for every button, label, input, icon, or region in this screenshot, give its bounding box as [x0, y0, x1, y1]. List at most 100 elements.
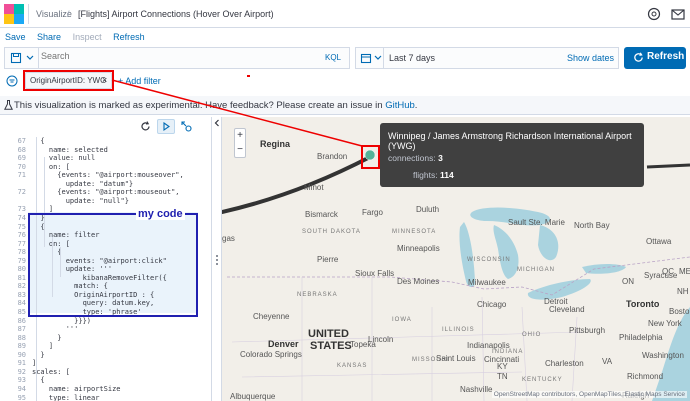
map-city-label: NH [677, 287, 689, 296]
map-state-label: MISSOURI [412, 357, 450, 363]
banner-text: This visualization is marked as experime… [14, 100, 417, 111]
line-number: 83 [17, 290, 26, 299]
divider [28, 4, 29, 24]
line-number: 75 [17, 222, 26, 231]
inspect-link[interactable]: Inspect [73, 32, 102, 42]
map-city-label: Brandon [317, 152, 348, 161]
zoom-out-icon[interactable]: − [235, 144, 245, 156]
kql-toggle[interactable]: KQL [325, 53, 341, 62]
map-state-label: NEBRASKA [297, 292, 338, 298]
line-number: 80 [17, 265, 26, 274]
line-number: 89 [17, 342, 26, 351]
map-state-label: MINNESOTA [392, 229, 437, 235]
zoom-in-icon[interactable]: + [235, 130, 245, 142]
query-bar: KQL [4, 47, 350, 69]
map-city-label: Charleston [545, 359, 584, 368]
date-quick-menu-button[interactable] [356, 48, 384, 68]
line-number: 72 [17, 188, 26, 197]
vega-spec-editor: 67 {68 name: selected 69 value: null 70 on… [0, 117, 212, 401]
line-number: 77 [17, 239, 26, 248]
map-city-label: Toronto [626, 299, 660, 309]
map-city-label: Sioux Falls [355, 269, 395, 278]
line-number: 70 [17, 162, 26, 171]
map-city-label: TN [497, 372, 508, 381]
map-city-label: Minneapolis [397, 244, 440, 253]
map-city-label: QC [662, 267, 674, 276]
chevron-down-icon [26, 55, 34, 60]
line-number: 69 [17, 154, 26, 163]
line-number: 71 [17, 171, 26, 180]
tooltip-flights-value: 114 [439, 170, 454, 180]
editor-toolbar [0, 117, 212, 135]
date-range-text[interactable]: Last 7 days [389, 53, 435, 63]
reset-button[interactable] [137, 119, 155, 134]
line-number: 92 [17, 367, 26, 376]
map-city-label: gas [222, 234, 235, 243]
saved-query-button[interactable] [5, 48, 39, 68]
code-line: update: "datum"} [32, 179, 134, 188]
map-city-label: Des Moines [397, 277, 440, 286]
breadcrumb-current: [Flights] Airport Connections (Hover Ove… [78, 9, 274, 19]
tooltip-flights-row: flights: 114 [413, 170, 454, 180]
map-city-label: Ottawa [646, 237, 672, 246]
save-link[interactable]: Save [5, 32, 26, 42]
help-icon[interactable] [646, 6, 662, 22]
line-number: 87 [17, 325, 26, 334]
code-line: on: [ [32, 162, 70, 171]
map-city-label: Cleveland [549, 305, 585, 314]
annotation-red-box-airport [361, 145, 380, 169]
map-city-label: Sault Ste. Marie [508, 218, 565, 227]
map-city-label: Boston [669, 307, 690, 316]
code-line: update: "null"} [32, 196, 129, 205]
line-number: 82 [17, 282, 26, 291]
map-city-label: North Bay [574, 221, 610, 230]
search-input[interactable] [41, 51, 311, 61]
banner-suffix: . [414, 100, 418, 111]
map-city-label: Cheyenne [253, 312, 290, 321]
map-city-label: Minot [304, 183, 324, 192]
tooltip-connections-value: 3 [438, 153, 443, 163]
map-state-label: SOUTH DAKOTA [302, 229, 361, 235]
map-state-label: ILLINOIS [442, 327, 475, 333]
line-number: 79 [17, 256, 26, 265]
map-state-label: INDIANA [492, 349, 524, 355]
share-link[interactable]: Share [37, 32, 61, 42]
refresh-icon [634, 52, 643, 62]
map-visualization[interactable]: + − Regina Brandon Minot Bismarck Fargo Dulut… [222, 117, 690, 401]
refresh-button[interactable]: Refresh [624, 47, 686, 69]
show-dates-link[interactable]: Show dates [567, 53, 614, 63]
line-number: 76 [17, 231, 26, 240]
collapse-chevron-icon [214, 119, 219, 127]
update-run-button[interactable] [157, 119, 175, 134]
map-city-label: Philadelphia [619, 333, 663, 342]
map-city-label: Washington [642, 351, 684, 360]
map-state-label: WISCONSIN [467, 257, 511, 263]
annotation-blue-box [28, 213, 198, 317]
add-filter-link[interactable]: + Add filter [118, 76, 161, 86]
panel-splitter[interactable] [212, 117, 222, 401]
drag-handle-icon [216, 255, 218, 265]
map-state-label: KENTUCKY [522, 377, 563, 383]
filter-options-icon[interactable] [6, 75, 18, 87]
options-icon[interactable] [179, 119, 193, 133]
code-line: value: null [32, 154, 96, 163]
annotation-red-mark [247, 75, 250, 77]
refresh-link[interactable]: Refresh [113, 32, 145, 42]
mail-icon[interactable] [670, 6, 686, 22]
refresh-button-label: Refresh [647, 51, 685, 62]
tooltip-title: Winnipeg / James Armstrong Richardson In… [388, 131, 632, 151]
calendar-icon [360, 53, 372, 64]
map-city-label: ON [622, 277, 634, 286]
github-link[interactable]: GitHub [385, 100, 415, 111]
line-number: 68 [17, 145, 26, 154]
map-city-label: Topeka [350, 340, 376, 349]
code-line: ''' [32, 325, 79, 334]
save-icon [10, 52, 22, 64]
line-number: 84 [17, 299, 26, 308]
chevron-down-icon [374, 55, 382, 60]
map-city-label: Bismarck [305, 210, 338, 219]
line-number: 81 [17, 273, 26, 282]
kibana-logo-icon[interactable] [4, 4, 24, 24]
airport-tooltip: Winnipeg / James Armstrong Richardson In… [380, 123, 644, 187]
map-city-label: Duluth [416, 205, 440, 214]
